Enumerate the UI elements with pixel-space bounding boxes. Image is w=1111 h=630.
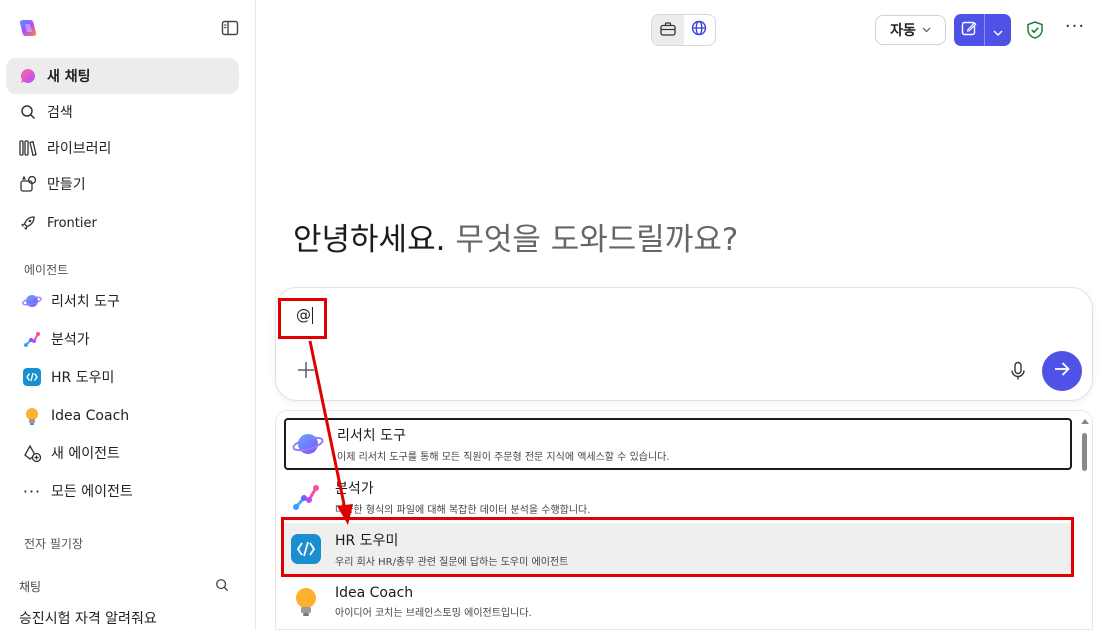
chats-header-label: 채팅 xyxy=(19,580,42,594)
analyst-icon xyxy=(22,329,42,349)
text-caret xyxy=(312,307,313,324)
agent-label: Idea Coach xyxy=(51,408,130,424)
mention-text: HR 도우미 우리 회사 HR/총무 관련 질문에 답하는 도우미 에이전트 xyxy=(335,530,568,568)
agent-label: 새 에이전트 xyxy=(51,446,120,462)
mention-desc: 아이디어 코치는 브레인스토밍 에이전트입니다. xyxy=(335,608,532,619)
chevron-down-icon xyxy=(993,21,1003,40)
agent-all[interactable]: ··· 모든 에이전트 xyxy=(6,473,239,509)
research-icon xyxy=(22,291,42,311)
nav-label: 만들기 xyxy=(47,177,86,193)
search-icon xyxy=(19,103,37,121)
more-icon: ··· xyxy=(22,481,42,501)
send-button[interactable] xyxy=(1042,351,1082,391)
nav-label: Frontier xyxy=(47,215,97,231)
mention-item-hr-helper[interactable]: HR 도우미 우리 회사 HR/총무 관련 질문에 답하는 도우미 에이전트 xyxy=(284,523,1072,575)
new-chat-dropdown[interactable] xyxy=(985,14,1011,46)
more-options-icon[interactable]: ··· xyxy=(1064,18,1086,40)
agent-new[interactable]: 새 에이전트 xyxy=(6,435,239,471)
scroll-thumb[interactable] xyxy=(1082,433,1087,471)
microphone-icon[interactable] xyxy=(1009,361,1027,381)
nav-create[interactable]: 만들기 xyxy=(6,166,239,202)
hr-helper-icon xyxy=(290,533,322,565)
nav-search[interactable]: 검색 xyxy=(6,94,239,130)
mention-title: 리서치 도구 xyxy=(337,428,406,444)
agent-label: HR 도우미 xyxy=(51,370,115,386)
web-toggle[interactable] xyxy=(684,15,716,45)
message-composer: @ xyxy=(275,287,1093,401)
work-toggle[interactable] xyxy=(652,15,684,45)
greeting-sub: 무엇을 도와드릴까요? xyxy=(455,222,739,258)
agent-mention-list: 리서치 도구 이제 리서치 도구를 통해 모든 직원이 주문형 전문 지식에 액… xyxy=(275,410,1093,630)
chats-section-header: 채팅 xyxy=(19,578,229,595)
chat-item[interactable]: 승진시험 자격 알려줘요 xyxy=(19,608,157,628)
agent-analyst[interactable]: 분석가 xyxy=(6,321,239,357)
add-attachment-icon[interactable] xyxy=(296,360,316,380)
mention-desc: 다양한 형식의 파일에 대해 복잡한 데이터 분석을 수행합니다. xyxy=(335,505,591,516)
greeting-main: 안녕하세요. xyxy=(293,222,446,258)
greeting-heading: 안녕하세요. 무엇을 도와드릴까요? xyxy=(293,214,738,259)
mention-desc: 우리 회사 HR/총무 관련 질문에 답하는 도우미 에이전트 xyxy=(335,557,569,568)
nav-new-chat[interactable]: 새 채팅 xyxy=(6,58,239,94)
agent-label: 분석가 xyxy=(51,332,90,348)
globe-icon xyxy=(691,20,707,40)
mention-item-research[interactable]: 리서치 도구 이제 리서치 도구를 통해 모든 직원이 주문형 전문 지식에 액… xyxy=(284,418,1072,470)
sidebar: 새 채팅 검색 라이브러리 만들기 Frontier 에이전트 리서치 도구 분… xyxy=(0,0,256,630)
agent-hr-helper[interactable]: HR 도우미 xyxy=(6,359,239,395)
briefcase-icon xyxy=(660,21,676,40)
mention-title: 분석가 xyxy=(335,481,374,497)
nav-label: 라이브러리 xyxy=(47,141,112,157)
nav-label: 검색 xyxy=(47,105,73,121)
mode-label: 자동 xyxy=(890,23,916,39)
nav-library[interactable]: 라이브러리 xyxy=(6,130,239,166)
copilot-logo-icon[interactable] xyxy=(18,18,38,38)
lightbulb-icon xyxy=(290,586,322,618)
mode-selector[interactable]: 자동 xyxy=(875,15,946,45)
mention-scrollbar[interactable] xyxy=(1080,419,1089,629)
message-input[interactable]: @ xyxy=(296,306,313,324)
input-text: @ xyxy=(296,306,311,324)
shield-check-icon[interactable] xyxy=(1025,20,1045,40)
hr-helper-icon xyxy=(22,367,42,387)
library-icon xyxy=(19,139,37,157)
mention-title: HR 도우미 xyxy=(335,533,399,549)
create-icon xyxy=(19,175,37,193)
agent-label: 모든 에이전트 xyxy=(51,484,133,500)
nav-label: 새 채팅 xyxy=(47,69,91,85)
agent-idea-coach[interactable]: Idea Coach xyxy=(6,398,239,434)
nav-frontier[interactable]: Frontier xyxy=(6,205,239,241)
compose-icon xyxy=(961,20,977,40)
mention-item-idea-coach[interactable]: Idea Coach 아이디어 코치는 브레인스토밍 에이전트입니다. xyxy=(284,576,1072,628)
mention-text: 리서치 도구 이제 리서치 도구를 통해 모든 직원이 주문형 전문 지식에 액… xyxy=(337,425,670,463)
mention-text: Idea Coach 아이디어 코치는 브레인스토밍 에이전트입니다. xyxy=(335,585,532,619)
mention-text: 분석가 다양한 형식의 파일에 대해 복잡한 데이터 분석을 수행합니다. xyxy=(335,478,590,516)
new-agent-icon xyxy=(22,443,42,463)
notebook-section-header[interactable]: 전자 필기장 xyxy=(24,535,83,552)
research-icon xyxy=(292,428,324,460)
lightbulb-icon xyxy=(22,406,42,426)
collapse-sidebar-icon[interactable] xyxy=(221,19,239,37)
agent-label: 리서치 도구 xyxy=(51,294,120,310)
mention-item-analyst[interactable]: 분석가 다양한 형식의 파일에 대해 복잡한 데이터 분석을 수행합니다. xyxy=(284,471,1072,523)
mention-title: Idea Coach xyxy=(335,585,414,601)
agents-section-header: 에이전트 xyxy=(24,263,69,277)
chevron-down-icon xyxy=(922,25,931,36)
copilot-chat-icon xyxy=(19,67,37,85)
agent-research[interactable]: 리서치 도구 xyxy=(6,283,239,319)
search-chats-icon[interactable] xyxy=(215,578,229,595)
new-chat-split-button xyxy=(954,14,1011,46)
new-chat-button[interactable] xyxy=(954,14,985,46)
arrow-right-icon xyxy=(1052,359,1072,383)
analyst-icon xyxy=(290,481,322,513)
mention-desc: 이제 리서치 도구를 통해 모든 직원이 주문형 전문 지식에 액세스할 수 있… xyxy=(337,452,670,463)
scroll-up-icon[interactable] xyxy=(1081,419,1089,424)
rocket-icon xyxy=(19,214,37,232)
work-web-toggle xyxy=(651,14,716,46)
